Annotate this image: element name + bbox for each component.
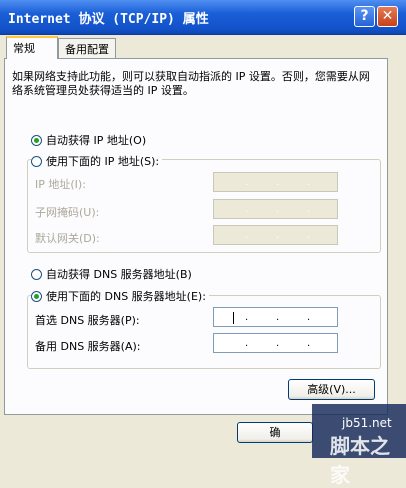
radio-manual-ip-indicator[interactable] — [31, 155, 42, 167]
subnet-mask-input[interactable]: . . . — [213, 199, 338, 219]
preferred-dns-input[interactable]: . . . — [213, 307, 338, 327]
ip-separator: . — [245, 177, 249, 188]
default-gateway-input[interactable]: . . . — [213, 225, 338, 245]
ip-separator: . — [307, 312, 311, 323]
subnet-mask-label: 子网掩码(U): — [35, 206, 100, 219]
site-watermark: jb51.net 脚本之家 — [312, 404, 406, 487]
ip-separator: . — [245, 312, 249, 323]
ip-separator: . — [307, 230, 311, 241]
close-button[interactable]: ✕ — [377, 6, 398, 27]
ip-separator: . — [245, 338, 249, 349]
ip-separator: . — [307, 177, 311, 188]
ip-separator: . — [276, 204, 280, 215]
advanced-button[interactable]: 高级(V)... — [288, 379, 375, 400]
radio-manual-dns-label: 使用下面的 DNS 服务器地址(E): — [46, 290, 206, 303]
watermark-url: jb51.net — [342, 416, 392, 430]
ip-separator: . — [276, 338, 280, 349]
close-icon: ✕ — [381, 8, 394, 24]
radio-auto-dns-indicator[interactable] — [31, 268, 42, 280]
radio-auto-dns-label: 自动获得 DNS 服务器地址(B) — [46, 268, 192, 281]
radio-auto-dns[interactable]: 自动获得 DNS 服务器地址(B) — [31, 266, 192, 282]
radio-manual-dns[interactable]: 使用下面的 DNS 服务器地址(E): — [31, 288, 209, 304]
radio-auto-ip[interactable]: 自动获得 IP 地址(O) — [31, 132, 146, 148]
radio-auto-ip-indicator[interactable] — [31, 134, 42, 146]
tab-alternate-configuration[interactable]: 备用配置 — [58, 38, 116, 58]
ip-separator: . — [276, 312, 280, 323]
description-text: 如果网络支持此功能，则可以获取自动指派的 IP 设置。否则，您需要从网络系统管理… — [12, 70, 370, 97]
radio-manual-ip[interactable]: 使用下面的 IP 地址(S): — [31, 153, 163, 169]
ip-separator: . — [276, 230, 280, 241]
window-title: Internet 协议 (TCP/IP) 属性 — [8, 12, 209, 27]
radio-manual-dns-indicator[interactable] — [31, 290, 42, 302]
ip-separator: . — [245, 230, 249, 241]
ip-separator: . — [245, 204, 249, 215]
alternate-dns-input[interactable]: . . . — [213, 333, 338, 353]
ip-separator: . — [276, 177, 280, 188]
default-gateway-label: 默认网关(D): — [35, 232, 100, 245]
ip-separator: . — [307, 204, 311, 215]
help-button[interactable]: ? — [354, 6, 375, 27]
ip-address-label: IP 地址(I): — [35, 178, 86, 191]
text-cursor — [233, 312, 234, 324]
preferred-dns-label: 首选 DNS 服务器(P): — [35, 314, 140, 327]
title-bar[interactable]: Internet 协议 (TCP/IP) 属性 ? ✕ — [0, 0, 406, 35]
ip-address-input[interactable]: . . . — [213, 172, 338, 192]
help-icon: ? — [360, 8, 369, 24]
tab-general[interactable]: 常规 — [6, 36, 58, 59]
alternate-dns-label: 备用 DNS 服务器(A): — [35, 340, 141, 353]
watermark-logo: 脚本之家 — [330, 434, 390, 487]
tab-panel-general: 如果网络支持此功能，则可以获取自动指派的 IP 设置。否则，您需要从网络系统管理… — [4, 58, 388, 415]
ok-button[interactable]: 确 — [237, 422, 313, 443]
radio-manual-ip-label: 使用下面的 IP 地址(S): — [46, 155, 160, 168]
ip-separator: . — [307, 338, 311, 349]
radio-auto-ip-label: 自动获得 IP 地址(O) — [46, 134, 147, 147]
